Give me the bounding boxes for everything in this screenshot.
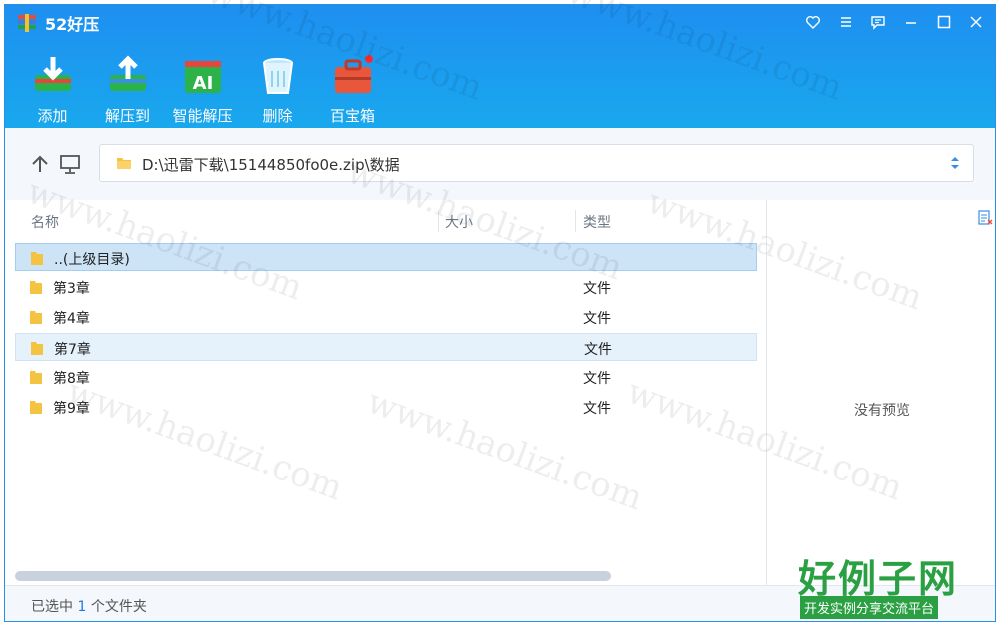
- item-name: ..(上级目录): [54, 252, 130, 268]
- add-button[interactable]: 添加: [15, 49, 90, 125]
- preview-toggle-icon[interactable]: [977, 210, 993, 226]
- file-list: 名称 大小 类型 ..(上级目录) 第3章 文件 第4章 文件 第7章 文件 第…: [5, 200, 766, 585]
- monitor-icon: [60, 155, 80, 174]
- brand-subtitle: 开发实例分享交流平台: [800, 596, 939, 619]
- folder-icon: [117, 158, 131, 169]
- add-label: 添加: [37, 107, 68, 125]
- title-toolbar-area: 52好压 添加 解压到 AI 智能解压 删除 百宝箱: [5, 5, 995, 128]
- item-name: 第7章: [54, 342, 91, 358]
- brand-title: 好例子网: [798, 557, 959, 601]
- item-name: 第3章: [53, 281, 90, 297]
- extract-to-label: 解压到: [104, 107, 150, 125]
- folder-icon: [30, 401, 42, 414]
- extract-to-button[interactable]: 解压到: [90, 49, 165, 125]
- trash-icon: [262, 58, 293, 94]
- app-window: 52好压 添加 解压到 AI 智能解压 删除 百宝箱 D:\迅雷下载\15144…: [4, 4, 996, 622]
- item-type: 文件: [583, 281, 611, 297]
- folder-icon: [31, 342, 43, 355]
- list-item[interactable]: 第4章 文件: [15, 303, 757, 331]
- status-suffix: 个文件夹: [90, 599, 147, 615]
- toolbox-button[interactable]: 百宝箱: [315, 49, 390, 125]
- folder-icon: [31, 252, 43, 265]
- toolbox-icon: [334, 55, 373, 93]
- brand-watermark: 好例子网 开发实例分享交流平台: [798, 548, 966, 620]
- app-title: 52好压: [45, 15, 100, 34]
- list-item[interactable]: 第9章 文件: [15, 393, 757, 421]
- up-button[interactable]: [25, 149, 55, 179]
- smart-extract-label: 智能解压: [172, 107, 233, 125]
- toolbox-label: 百宝箱: [329, 107, 375, 125]
- app-logo-icon: [18, 14, 36, 32]
- item-type: 文件: [583, 401, 611, 417]
- address-bar-row: D:\迅雷下载\15144850fo0e.zip\数据: [5, 128, 995, 200]
- close-button[interactable]: [963, 11, 989, 33]
- menu-icon: [841, 17, 851, 27]
- no-preview-text: 没有预览: [854, 403, 910, 419]
- maximize-icon: [937, 15, 951, 29]
- status-text: 已选中 1 个文件夹: [31, 596, 147, 616]
- smart-extract-button[interactable]: AI 智能解压: [165, 49, 240, 125]
- smart-extract-icon: AI: [184, 61, 221, 94]
- favorite-button[interactable]: [800, 11, 826, 33]
- menu-button[interactable]: [833, 11, 859, 33]
- item-name: 第8章: [53, 371, 90, 387]
- delete-label: 删除: [262, 107, 293, 125]
- column-header-name[interactable]: 名称: [31, 212, 59, 232]
- preview-pane: 没有预览: [766, 200, 995, 585]
- item-type: 文件: [583, 371, 611, 387]
- folder-icon: [30, 281, 42, 294]
- svg-text:AI: AI: [192, 73, 213, 94]
- list-item[interactable]: 第3章 文件: [15, 273, 757, 301]
- minimize-button[interactable]: [898, 11, 924, 33]
- item-type: 文件: [584, 342, 612, 358]
- address-path: D:\迅雷下载\15144850fo0e.zip\数据: [142, 156, 400, 174]
- folder-icon: [30, 371, 42, 384]
- minimize-icon: [906, 22, 916, 24]
- maximize-button[interactable]: [931, 11, 957, 33]
- column-header-size[interactable]: 大小: [445, 212, 473, 232]
- horizontal-scrollbar[interactable]: [15, 571, 611, 581]
- dropdown-arrows-icon[interactable]: [949, 154, 961, 172]
- list-item[interactable]: 第8章 文件: [15, 363, 757, 391]
- delete-button[interactable]: 删除: [240, 49, 315, 125]
- address-bar[interactable]: D:\迅雷下载\15144850fo0e.zip\数据: [99, 144, 974, 182]
- item-name: 第4章: [53, 311, 90, 327]
- item-name: 第9章: [53, 401, 90, 417]
- close-icon: [970, 16, 982, 28]
- column-header-type[interactable]: 类型: [583, 212, 611, 232]
- arrow-up-icon: [32, 155, 48, 172]
- extract-to-icon: [109, 55, 146, 91]
- status-prefix: 已选中: [31, 599, 73, 615]
- item-type: 文件: [583, 311, 611, 327]
- folder-icon: [30, 311, 42, 324]
- status-count: 1: [77, 599, 87, 615]
- list-item-parent[interactable]: ..(上级目录): [15, 243, 757, 271]
- feedback-button[interactable]: [865, 11, 891, 33]
- feedback-icon: [871, 16, 885, 30]
- favorite-icon: [806, 16, 820, 29]
- add-icon: [34, 57, 71, 91]
- column-divider[interactable]: [438, 210, 439, 232]
- list-item[interactable]: 第7章 文件: [15, 333, 757, 361]
- computer-button[interactable]: [55, 149, 85, 179]
- column-divider[interactable]: [575, 210, 576, 232]
- toolbar: 添加 解压到 AI 智能解压 删除 百宝箱: [15, 49, 390, 125]
